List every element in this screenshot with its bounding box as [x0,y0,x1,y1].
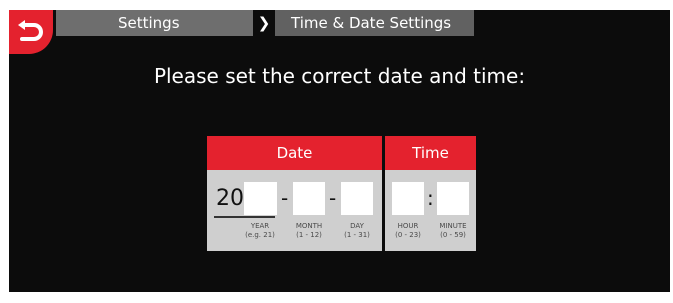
day-label: DAY [350,222,364,230]
minute-label: MINUTE [439,222,467,230]
screen: Settings ❯ Time & Date Settings Please s… [9,10,670,292]
back-arrow-icon [18,20,43,41]
time-separator: : [427,186,434,210]
year-prefix: 20 [216,186,244,211]
year-hint: (e.g. 21) [245,231,275,239]
breadcrumb-current: Time & Date Settings [275,10,474,36]
date-panel-title: Date [207,136,382,170]
date-separator-2: - [329,186,337,210]
month-hint: (1 - 12) [296,231,322,239]
date-panel: Date 20 - - YEAR (e.g. 21) MONTH (1 - 12… [207,136,382,251]
date-separator-1: - [281,186,289,210]
page-prompt: Please set the correct date and time: [153,64,526,88]
hour-input[interactable] [392,182,424,215]
day-input[interactable] [341,182,373,215]
hour-hint: (0 - 23) [395,231,421,239]
back-button[interactable] [9,10,53,54]
year-input[interactable] [244,182,277,215]
month-label: MONTH [295,222,323,230]
year-label: YEAR [250,222,270,230]
minute-hint: (0 - 59) [440,231,466,239]
time-panel-title: Time [385,136,476,170]
year-underline [214,216,275,218]
hour-label: HOUR [397,222,419,230]
month-input[interactable] [293,182,325,215]
breadcrumb-chevron-icon: ❯ [257,14,271,32]
breadcrumb-settings[interactable]: Settings [56,10,253,36]
time-panel: Time : HOUR (0 - 23) MINUTE (0 - 59) [385,136,476,251]
day-hint: (1 - 31) [344,231,370,239]
minute-input[interactable] [437,182,469,215]
